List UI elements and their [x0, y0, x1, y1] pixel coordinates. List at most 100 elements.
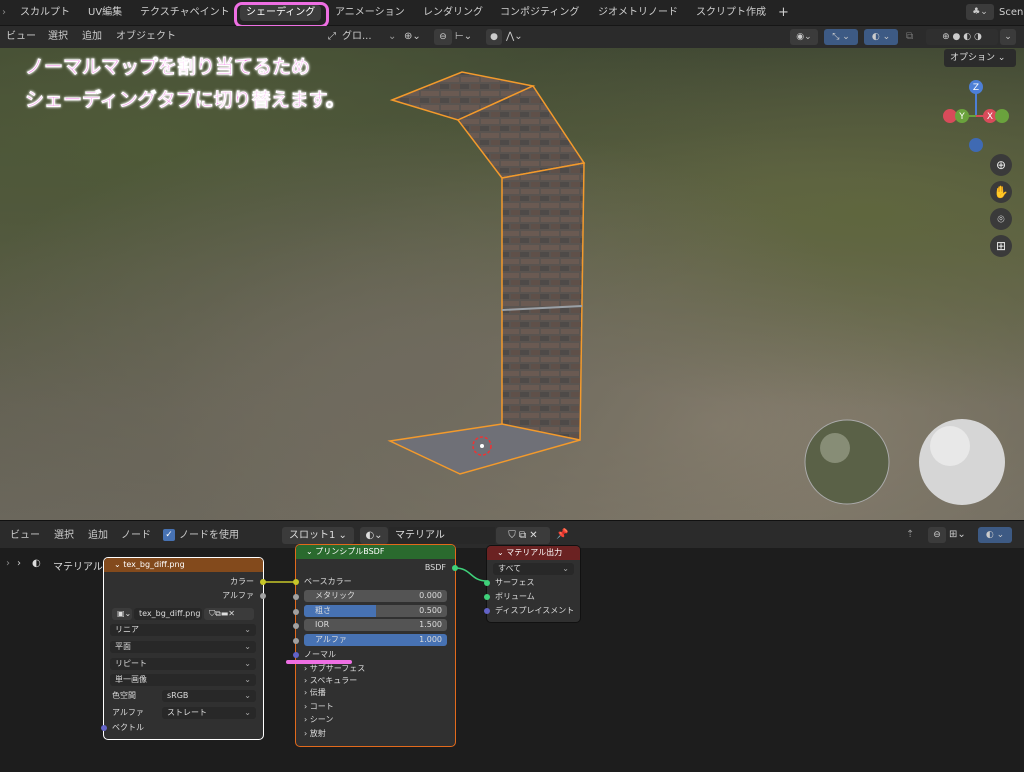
- snap-mode-icon[interactable]: ⊞⌄: [949, 527, 966, 543]
- menu-add[interactable]: 追加: [82, 29, 102, 45]
- 3d-viewport[interactable]: ノーマルマップを割り当てるため シェーディングタブに切り替えます。 オプション …: [0, 48, 1024, 520]
- alpha-field[interactable]: アルファ 1.000: [304, 634, 447, 646]
- shading-mode-group[interactable]: ⊕ ● ◐ ◑: [926, 29, 998, 45]
- use-nodes-checkbox[interactable]: ✓: [163, 529, 175, 541]
- image-out-alpha-label: アルファ: [222, 591, 254, 600]
- bsdf-output-socket[interactable]: [452, 565, 458, 571]
- overlay-toggle-icon[interactable]: ◐ ⌄: [864, 29, 898, 45]
- source-dropdown[interactable]: 単一画像 ⌄: [110, 674, 256, 686]
- snap-node-icon[interactable]: ⊖: [928, 527, 946, 543]
- base-color-socket[interactable]: [293, 579, 299, 585]
- roughness-field[interactable]: 粗さ 0.500: [304, 605, 447, 617]
- material-output-node[interactable]: ⌄ マテリアル出力 すべて ⌄ サーフェス ボリューム ディスプレイスメント: [484, 546, 580, 622]
- color-output-socket[interactable]: [260, 579, 266, 585]
- gizmo-toggle-icon[interactable]: ⤡ ⌄: [824, 29, 858, 45]
- tab-scripting[interactable]: スクリプト作成: [696, 5, 766, 21]
- gizmo-x-label: X: [987, 112, 993, 122]
- tab-geometry-nodes[interactable]: ジオメトリノード: [598, 5, 678, 21]
- normal-highlight-underline: [286, 660, 352, 664]
- image-node-header[interactable]: ⌄ tex_bg_diff.png: [104, 558, 263, 572]
- menu-object[interactable]: オブジェクト: [116, 29, 176, 45]
- ior-field[interactable]: IOR 1.500: [304, 619, 447, 631]
- grid-perspective-icon[interactable]: ⊞: [990, 235, 1012, 257]
- slot-dropdown[interactable]: スロット1 ⌄: [282, 527, 354, 544]
- node-menu-add[interactable]: 追加: [88, 528, 108, 544]
- section-emission[interactable]: › 放射: [296, 727, 455, 741]
- volume-socket[interactable]: [484, 594, 490, 600]
- tab-animation[interactable]: アニメーション: [335, 5, 405, 21]
- falloff-icon[interactable]: ⋀⌄: [506, 29, 523, 45]
- extension-dropdown[interactable]: リピート ⌄: [110, 658, 256, 670]
- node-menu-node[interactable]: ノード: [121, 528, 151, 544]
- material-actions-icon[interactable]: ⛉ ⧉ ✕: [496, 527, 550, 544]
- metallic-field[interactable]: メタリック 0.000: [304, 590, 447, 602]
- node-overlay-icon[interactable]: ◐ ⌄: [978, 527, 1012, 543]
- interpolation-dropdown[interactable]: リニア ⌄: [110, 624, 256, 636]
- scene-name[interactable]: Scen: [999, 5, 1023, 21]
- normal-socket[interactable]: [293, 652, 299, 658]
- tab-uv-editing[interactable]: UV編集: [88, 5, 122, 21]
- transform-orientation-dropdown[interactable]: グロ...: [342, 29, 372, 45]
- material-name-field[interactable]: マテリアル: [389, 527, 495, 544]
- visibility-icon[interactable]: ◉⌄: [790, 29, 818, 45]
- section-transmission[interactable]: › 伝播: [296, 686, 455, 700]
- output-node-header[interactable]: ⌄ マテリアル出力: [487, 546, 580, 560]
- proportional-edit-icon[interactable]: ●: [486, 29, 502, 45]
- alpha-mode-dropdown[interactable]: ストレート ⌄: [162, 707, 256, 719]
- transform-orientation-icon[interactable]: ⤢: [328, 29, 336, 45]
- chevron-down-icon: ⌄: [388, 31, 397, 42]
- tab-compositing[interactable]: コンポジティング: [500, 5, 579, 21]
- bsdf-node-header[interactable]: ⌄ プリンシプルBSDF: [296, 545, 455, 559]
- material-browse-icon[interactable]: ◐⌄: [360, 527, 388, 544]
- surface-socket[interactable]: [484, 580, 490, 586]
- active-tab-highlight: [234, 2, 329, 28]
- section-coat[interactable]: › コート: [296, 700, 455, 714]
- metallic-socket[interactable]: [293, 594, 299, 600]
- section-sheen[interactable]: › シーン: [296, 713, 455, 727]
- colorspace-label: 色空間: [112, 691, 136, 700]
- annotation-line-2: シェーディングタブに切り替えます。: [25, 89, 345, 111]
- options-dropdown[interactable]: オプション ⌄: [944, 49, 1016, 67]
- tab-texture-paint[interactable]: テクスチャペイント: [140, 5, 230, 21]
- tab-scroll-left-icon[interactable]: ›: [2, 5, 6, 21]
- node-editor-canvas[interactable]: › › ◐ マテリアル ⌄ tex_bg_diff.png カラー アルファ ▣…: [0, 545, 1024, 772]
- parent-node-icon[interactable]: ⇡: [906, 527, 914, 543]
- scene-object-svg: [387, 71, 1005, 505]
- tab-rendering[interactable]: レンダリング: [423, 5, 483, 21]
- scene-selector-icon[interactable]: ♣⌄: [966, 4, 994, 20]
- menu-view[interactable]: ビュー: [6, 29, 36, 45]
- output-target-dropdown[interactable]: すべて ⌄: [493, 563, 574, 575]
- xray-icon[interactable]: ⧉: [906, 29, 913, 45]
- tab-sculpt[interactable]: スカルプト: [20, 5, 70, 21]
- pan-hand-icon[interactable]: ✋: [990, 181, 1012, 203]
- snap-icon[interactable]: ⊖: [434, 29, 452, 45]
- shading-options-chevron-icon[interactable]: ⌄: [1000, 29, 1016, 45]
- snap-target-icon[interactable]: ⊢⌄: [455, 29, 472, 45]
- hdri-sphere-icon: [804, 419, 890, 505]
- image-texture-node[interactable]: ⌄ tex_bg_diff.png カラー アルファ ▣⌄ tex_bg_dif…: [101, 558, 266, 739]
- displacement-socket[interactable]: [484, 608, 490, 614]
- image-out-color-label: カラー: [230, 577, 254, 586]
- use-nodes-label: ノードを使用: [179, 530, 239, 541]
- roughness-socket[interactable]: [293, 609, 299, 615]
- node-menu-select[interactable]: 選択: [54, 528, 74, 544]
- alpha-socket[interactable]: [293, 638, 299, 644]
- displacement-input-label: ディスプレイスメント: [495, 606, 575, 615]
- node-menu-view[interactable]: ビュー: [10, 528, 40, 544]
- pivot-point-icon[interactable]: ⊕⌄: [404, 29, 421, 45]
- image-name-field[interactable]: tex_bg_diff.png: [134, 608, 202, 620]
- projection-dropdown[interactable]: 平面 ⌄: [110, 641, 256, 653]
- zoom-icon[interactable]: ⊕: [990, 154, 1012, 176]
- principled-bsdf-node[interactable]: ⌄ プリンシプルBSDF BSDF ベースカラー メタリック 0.000 粗さ 0.…: [293, 545, 458, 746]
- alpha-output-socket[interactable]: [260, 593, 266, 599]
- viewport-header: ビュー 選択 追加 オブジェクト ⤢ グロ... ⌄ ⊕⌄ ⊖ ⊢⌄ ● ⋀⌄ …: [0, 26, 1024, 48]
- pin-icon[interactable]: 📌: [556, 527, 568, 543]
- image-actions-icon[interactable]: ⛉⧉▬✕: [204, 608, 254, 620]
- image-type-icon[interactable]: ▣⌄: [112, 608, 132, 620]
- colorspace-dropdown[interactable]: sRGB ⌄: [162, 690, 256, 702]
- add-workspace-icon[interactable]: +: [778, 5, 789, 21]
- menu-select[interactable]: 選択: [48, 29, 68, 45]
- ior-socket[interactable]: [293, 623, 299, 629]
- vector-input-socket[interactable]: [101, 725, 107, 731]
- camera-icon[interactable]: ⌾: [990, 208, 1012, 230]
